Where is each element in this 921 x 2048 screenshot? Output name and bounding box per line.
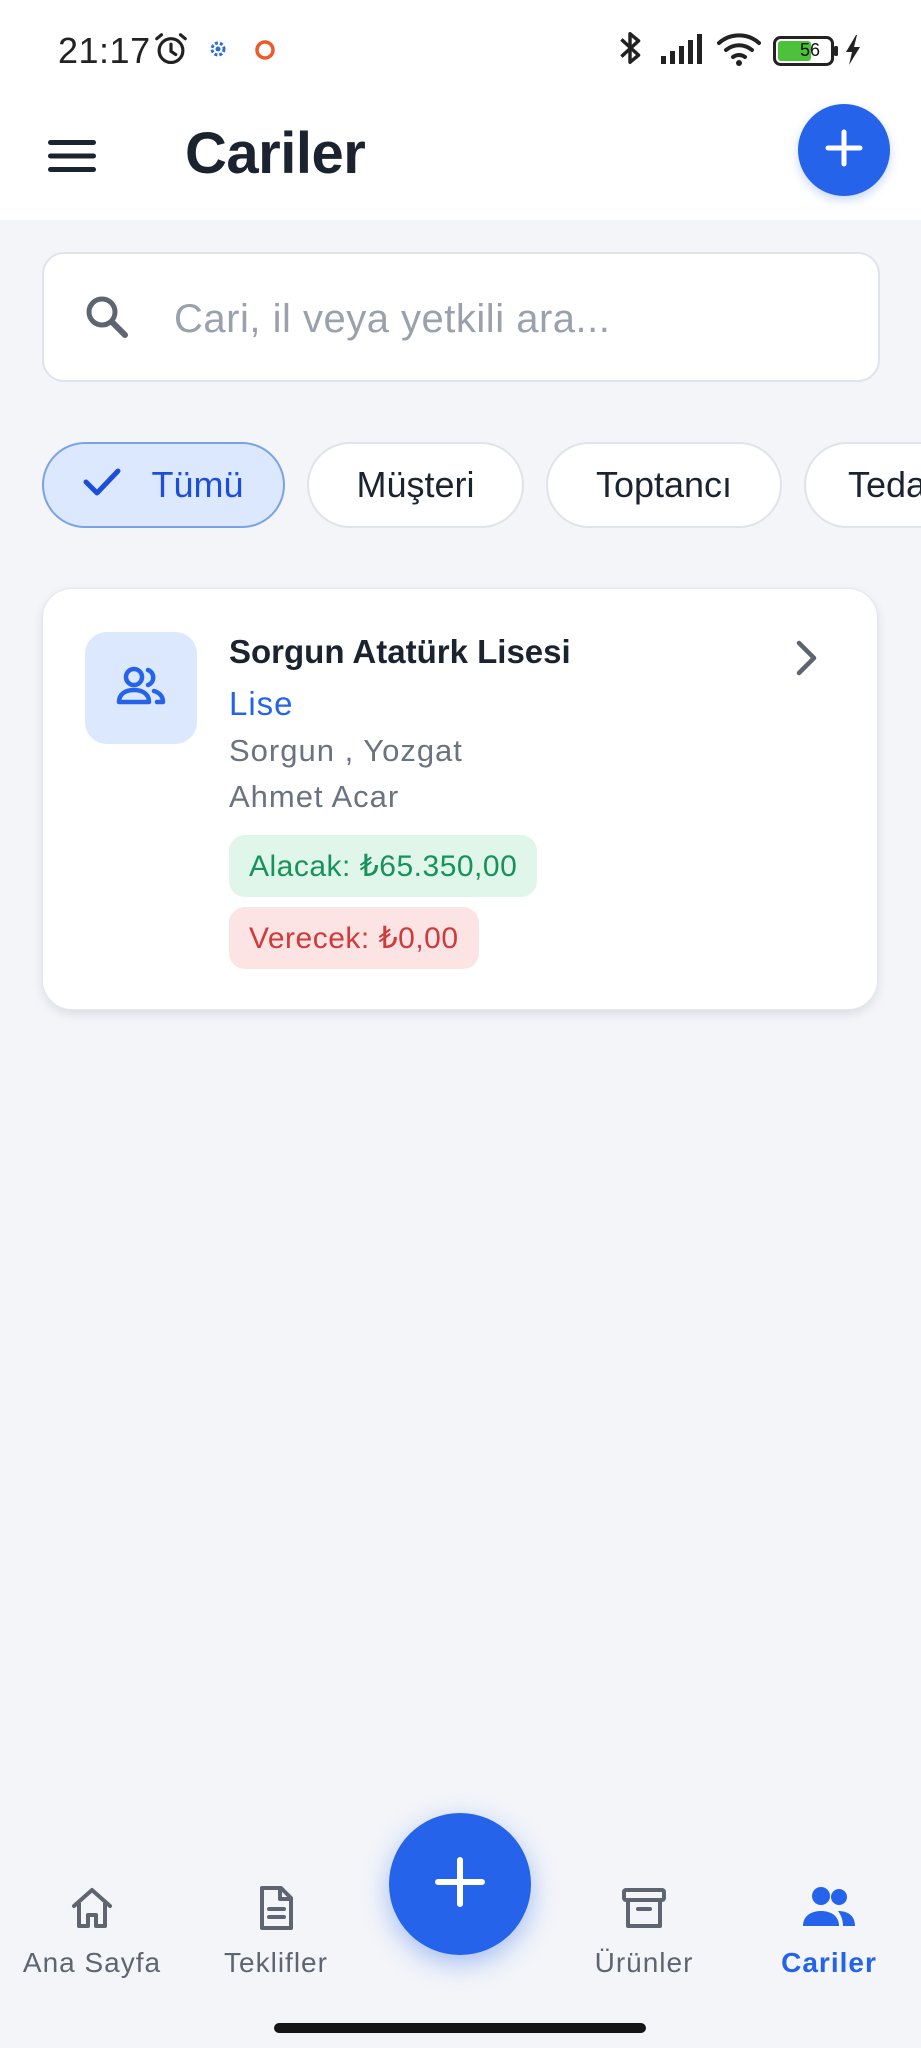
- app-bar: Cariler: [0, 100, 921, 220]
- record-icon: [253, 38, 277, 67]
- plus-icon: [434, 1856, 486, 1913]
- nav-item-home[interactable]: Ana Sayfa: [7, 1884, 177, 1994]
- nav-label: Ürünler: [594, 1947, 694, 1978]
- battery-level: 56: [799, 40, 821, 60]
- search-icon: [80, 290, 136, 351]
- nav-item-accounts[interactable]: Cariler: [744, 1884, 914, 1994]
- plus-icon: [824, 128, 864, 173]
- filter-chip-label: Tümü: [151, 464, 244, 505]
- alarm-icon: [152, 30, 190, 73]
- home-indicator[interactable]: [274, 2023, 646, 2033]
- payable-badge: Verecek: ₺0,00: [229, 907, 479, 969]
- home-icon: [68, 1884, 116, 1937]
- nav-item-products[interactable]: Ürünler: [559, 1884, 729, 1994]
- filter-chip-label: Toptancı: [595, 464, 733, 505]
- status-time: 21:17: [58, 30, 151, 71]
- nav-label: Ana Sayfa: [22, 1947, 162, 1978]
- filter-chip-label: Teda: [848, 464, 921, 505]
- charging-icon: [844, 34, 862, 71]
- filter-chip-supplier[interactable]: Teda: [804, 442, 921, 528]
- add-account-button[interactable]: [798, 104, 890, 196]
- status-bar: 21:17 56: [0, 0, 921, 100]
- filter-chip-all[interactable]: Tümü: [42, 442, 285, 528]
- add-fab-button[interactable]: [389, 1813, 531, 1955]
- wifi-icon: [716, 30, 762, 73]
- menu-icon: [48, 138, 96, 179]
- receivable-badge: Alacak: ₺65.350,00: [229, 835, 538, 897]
- page-title: Cariler: [185, 121, 366, 186]
- screen: 21:17 56 Cariler Cari, il veya yetkili a…: [0, 0, 921, 2048]
- check-icon: [83, 464, 121, 506]
- filter-chip-wholesaler[interactable]: Toptancı: [546, 442, 782, 528]
- signal-icon: [660, 32, 706, 71]
- bluetooth-icon: [612, 28, 648, 73]
- menu-button[interactable]: [40, 126, 104, 190]
- account-location: Sorgun , Yozgat: [229, 733, 463, 768]
- app-notification-icon: [207, 38, 229, 65]
- chevron-right-icon: [791, 639, 821, 682]
- users-icon: [115, 666, 167, 711]
- account-type: Lise: [229, 685, 294, 722]
- account-contact: Ahmet Acar: [229, 779, 400, 814]
- document-icon: [252, 1884, 300, 1937]
- filter-chip-customer[interactable]: Müşteri: [307, 442, 524, 528]
- filter-chips: Tümü Müşteri Toptancı Teda: [0, 440, 921, 530]
- users-icon: [801, 1884, 857, 1937]
- nav-label: Teklifler: [224, 1947, 328, 1978]
- nav-label: Cariler: [781, 1947, 877, 1978]
- account-avatar: [85, 632, 197, 744]
- archive-box-icon: [620, 1884, 668, 1937]
- account-card[interactable]: Sorgun Atatürk Lisesi Lise Sorgun , Yozg…: [42, 588, 878, 1010]
- filter-chip-label: Müşteri: [356, 464, 475, 505]
- nav-item-quotes[interactable]: Teklifler: [191, 1884, 361, 1994]
- search-box[interactable]: [42, 252, 880, 382]
- account-name: Sorgun Atatürk Lisesi: [229, 633, 571, 670]
- search-input[interactable]: [174, 282, 854, 356]
